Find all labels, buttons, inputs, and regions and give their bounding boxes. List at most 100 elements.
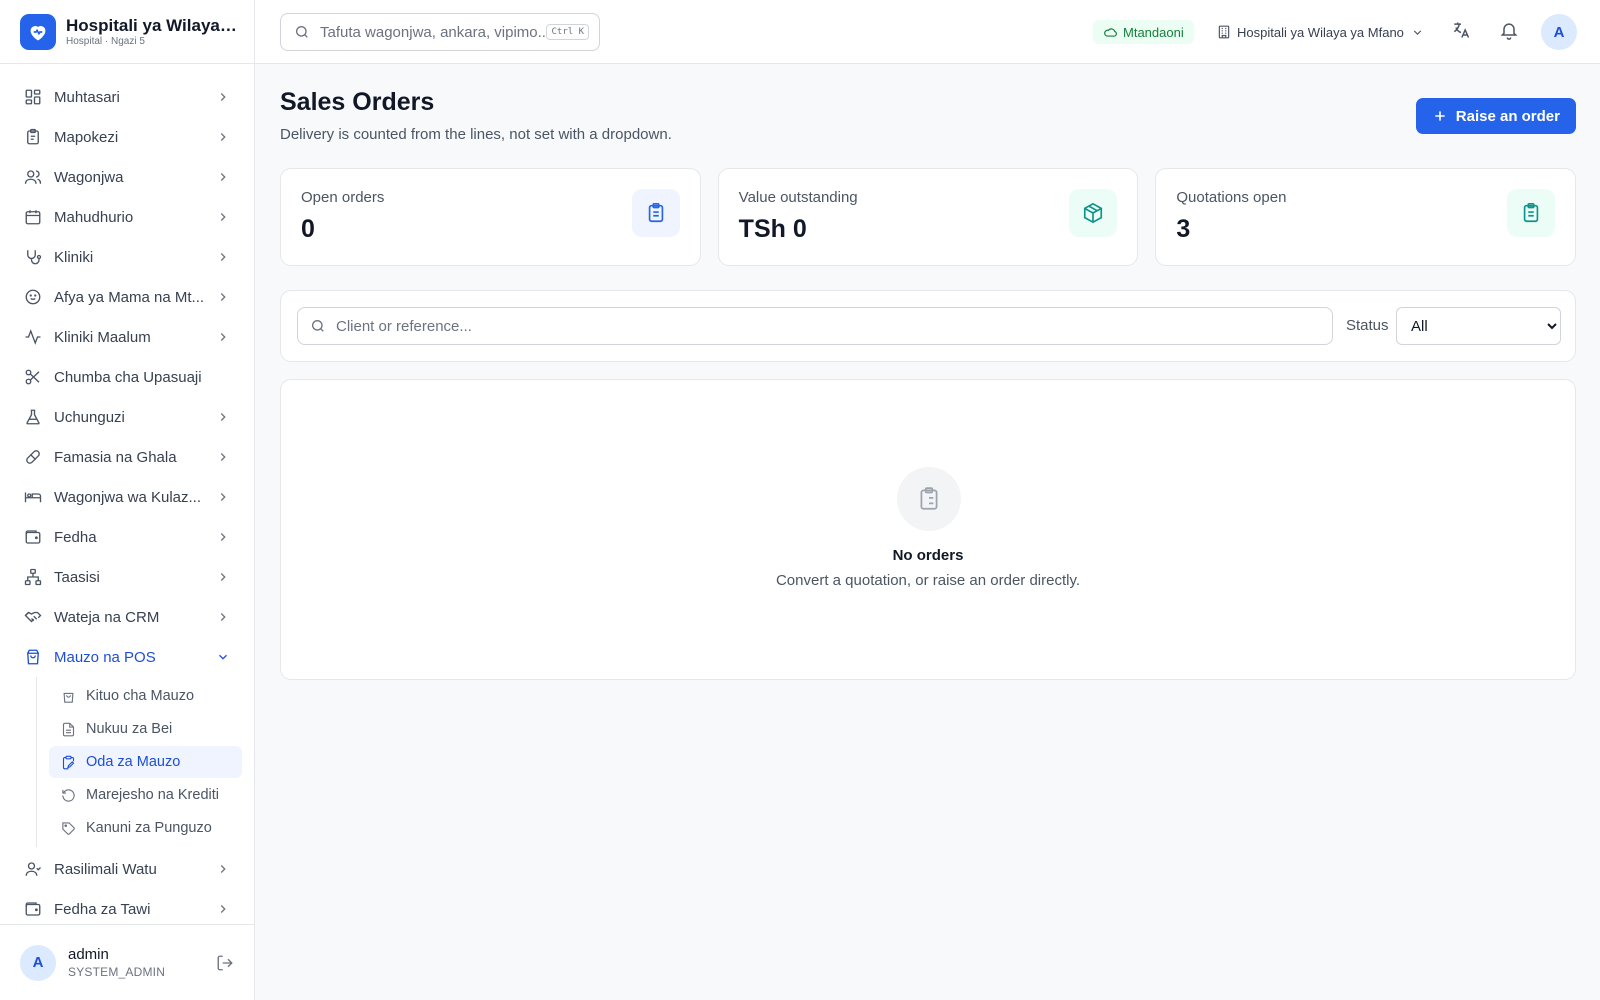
sub-item-label: Marejesho na Krediti bbox=[86, 787, 219, 803]
facility-selector[interactable]: Hospitali ya Wilaya ya Mfano bbox=[1217, 20, 1424, 44]
sub-item-label: Oda za Mauzo bbox=[86, 754, 181, 770]
sub-item-kituo-cha-mauzo[interactable]: Kituo cha Mauzo bbox=[49, 680, 242, 712]
sub-item-marejesho-na-krediti[interactable]: Marejesho na Krediti bbox=[49, 779, 242, 811]
chevron-right-icon bbox=[216, 330, 230, 344]
chevron-right-icon bbox=[216, 450, 230, 464]
file-text-icon bbox=[61, 722, 76, 737]
mauzo-submenu: Kituo cha Mauzo Nukuu za Bei Oda za Mauz… bbox=[36, 677, 254, 847]
global-search-input[interactable] bbox=[320, 23, 547, 41]
page-subtitle: Delivery is counted from the lines, not … bbox=[280, 126, 672, 143]
sub-item-oda-za-mauzo[interactable]: Oda za Mauzo bbox=[49, 746, 242, 778]
bell-icon[interactable] bbox=[1499, 20, 1521, 42]
activity-icon bbox=[24, 328, 42, 346]
sidebar-nav: Muhtasari Mapokezi Wagonjwa Mahudhurio K… bbox=[0, 64, 254, 929]
status-filter-select[interactable]: All bbox=[1396, 307, 1561, 345]
filter-bar: Status All bbox=[280, 290, 1576, 362]
wallet-icon bbox=[24, 900, 42, 918]
tag-icon bbox=[61, 821, 76, 836]
sidebar-item-taasisi[interactable]: Taasisi bbox=[0, 557, 254, 597]
translate-icon[interactable] bbox=[1451, 20, 1473, 42]
stat-value: 0 bbox=[301, 215, 315, 243]
order-search[interactable] bbox=[297, 307, 1333, 345]
flask-icon bbox=[24, 408, 42, 426]
sidebar-item-label: Fedha za Tawi bbox=[54, 900, 151, 918]
clipboard-list-icon bbox=[916, 486, 942, 512]
chevron-right-icon bbox=[216, 490, 230, 504]
search-icon bbox=[294, 24, 310, 40]
connection-status-label: Mtandaoni bbox=[1123, 24, 1184, 40]
facility-name: Hospitali ya Wilaya ya Mfano bbox=[1237, 24, 1404, 40]
stat-value: 3 bbox=[1176, 215, 1191, 243]
search-icon bbox=[310, 318, 326, 334]
sidebar-item-wagonjwa-wa-kulazwa[interactable]: Wagonjwa wa Kulaz... bbox=[0, 477, 254, 517]
global-search[interactable]: Ctrl K bbox=[280, 13, 600, 51]
sidebar-item-wateja-na-crm[interactable]: Wateja na CRM bbox=[0, 597, 254, 637]
stats-row: Open orders 0 Value outstanding TSh 0 Qu… bbox=[280, 168, 1577, 266]
sub-item-nukuu-za-bei[interactable]: Nukuu za Bei bbox=[49, 713, 242, 745]
cloud-icon bbox=[1103, 25, 1117, 39]
sidebar-item-wagonjwa[interactable]: Wagonjwa bbox=[0, 157, 254, 197]
stat-icon-box bbox=[1507, 189, 1556, 237]
users-icon bbox=[24, 168, 42, 186]
user-profile: A admin SYSTEM_ADMIN bbox=[0, 924, 254, 1000]
stat-value: TSh 0 bbox=[738, 215, 807, 243]
sidebar-item-label: Kliniki Maalum bbox=[54, 328, 151, 346]
user-avatar[interactable]: A bbox=[1541, 14, 1577, 50]
sidebar-item-afya-ya-mama[interactable]: Afya ya Mama na Mt... bbox=[0, 277, 254, 317]
orders-list: No orders Convert a quotation, or raise … bbox=[280, 379, 1576, 680]
page-title: Sales Orders bbox=[280, 88, 435, 116]
sidebar-item-fedha-za-tawi[interactable]: Fedha za Tawi bbox=[0, 889, 254, 929]
chevron-right-icon bbox=[216, 570, 230, 584]
empty-state-icon-circle bbox=[897, 467, 961, 531]
heart-logo-icon bbox=[20, 13, 56, 50]
org-chart-icon bbox=[24, 568, 42, 586]
stat-icon-box bbox=[631, 189, 680, 237]
sidebar-item-kliniki-maalum[interactable]: Kliniki Maalum bbox=[0, 317, 254, 357]
logout-icon[interactable] bbox=[216, 954, 234, 972]
shopping-bag-icon bbox=[24, 648, 42, 666]
chevron-right-icon bbox=[216, 290, 230, 304]
sidebar-item-famasia-na-ghala[interactable]: Famasia na Ghala bbox=[0, 437, 254, 477]
scissors-icon bbox=[24, 368, 42, 386]
sidebar: Hospitali ya Wilaya ... Hospital · Ngazi… bbox=[0, 0, 255, 1000]
chevron-right-icon bbox=[216, 530, 230, 544]
sidebar-item-mapokezi[interactable]: Mapokezi bbox=[0, 117, 254, 157]
building-icon bbox=[1217, 25, 1231, 39]
sidebar-item-label: Rasilimali Watu bbox=[54, 860, 157, 878]
sidebar-item-mahudhurio[interactable]: Mahudhurio bbox=[0, 197, 254, 237]
sidebar-item-label: Fedha bbox=[54, 528, 97, 546]
sidebar-item-mauzo-na-pos[interactable]: Mauzo na POS bbox=[0, 637, 254, 677]
sidebar-item-kliniki[interactable]: Kliniki bbox=[0, 237, 254, 277]
stat-card-value-outstanding: Value outstanding TSh 0 bbox=[717, 168, 1139, 266]
sidebar-item-label: Wateja na CRM bbox=[54, 608, 160, 626]
sidebar-item-fedha[interactable]: Fedha bbox=[0, 517, 254, 557]
app-subtitle: Hospital · Ngazi 5 bbox=[66, 35, 145, 47]
sub-item-kanuni-za-punguzo[interactable]: Kanuni za Punguzo bbox=[49, 812, 242, 844]
wallet-icon bbox=[24, 528, 42, 546]
keyboard-shortcut: Ctrl K bbox=[546, 24, 589, 40]
undo-icon bbox=[61, 788, 76, 803]
chevron-right-icon bbox=[216, 410, 230, 424]
sidebar-item-label: Mauzo na POS bbox=[54, 648, 156, 666]
order-search-input[interactable] bbox=[336, 317, 1320, 335]
raise-order-button[interactable]: Raise an order bbox=[1415, 98, 1576, 134]
brand[interactable]: Hospitali ya Wilaya ... Hospital · Ngazi… bbox=[0, 0, 254, 64]
sidebar-item-rasilimali-watu[interactable]: Rasilimali Watu bbox=[0, 849, 254, 889]
sub-item-label: Kituo cha Mauzo bbox=[86, 688, 195, 704]
chevron-right-icon bbox=[216, 902, 230, 916]
sidebar-item-chumba-cha-upasuaji[interactable]: Chumba cha Upasuaji bbox=[0, 357, 254, 397]
sub-item-label: Kanuni za Punguzo bbox=[86, 820, 212, 836]
sidebar-item-label: Muhtasari bbox=[54, 88, 120, 106]
raise-order-label: Raise an order bbox=[1455, 107, 1560, 125]
status-filter-label: Status bbox=[1346, 317, 1389, 334]
baby-icon bbox=[24, 288, 42, 306]
chevron-right-icon bbox=[216, 130, 230, 144]
avatar[interactable]: A bbox=[20, 944, 56, 981]
topbar: Ctrl K Mtandaoni Hospitali ya Wilaya ya … bbox=[255, 0, 1600, 64]
chevron-down-icon bbox=[216, 650, 230, 664]
handshake-icon bbox=[24, 608, 42, 626]
sidebar-item-uchunguzi[interactable]: Uchunguzi bbox=[0, 397, 254, 437]
sidebar-item-muhtasari[interactable]: Muhtasari bbox=[0, 77, 254, 117]
connection-status: Mtandaoni bbox=[1093, 20, 1194, 44]
app-name: Hospitali ya Wilaya ... bbox=[66, 15, 236, 35]
